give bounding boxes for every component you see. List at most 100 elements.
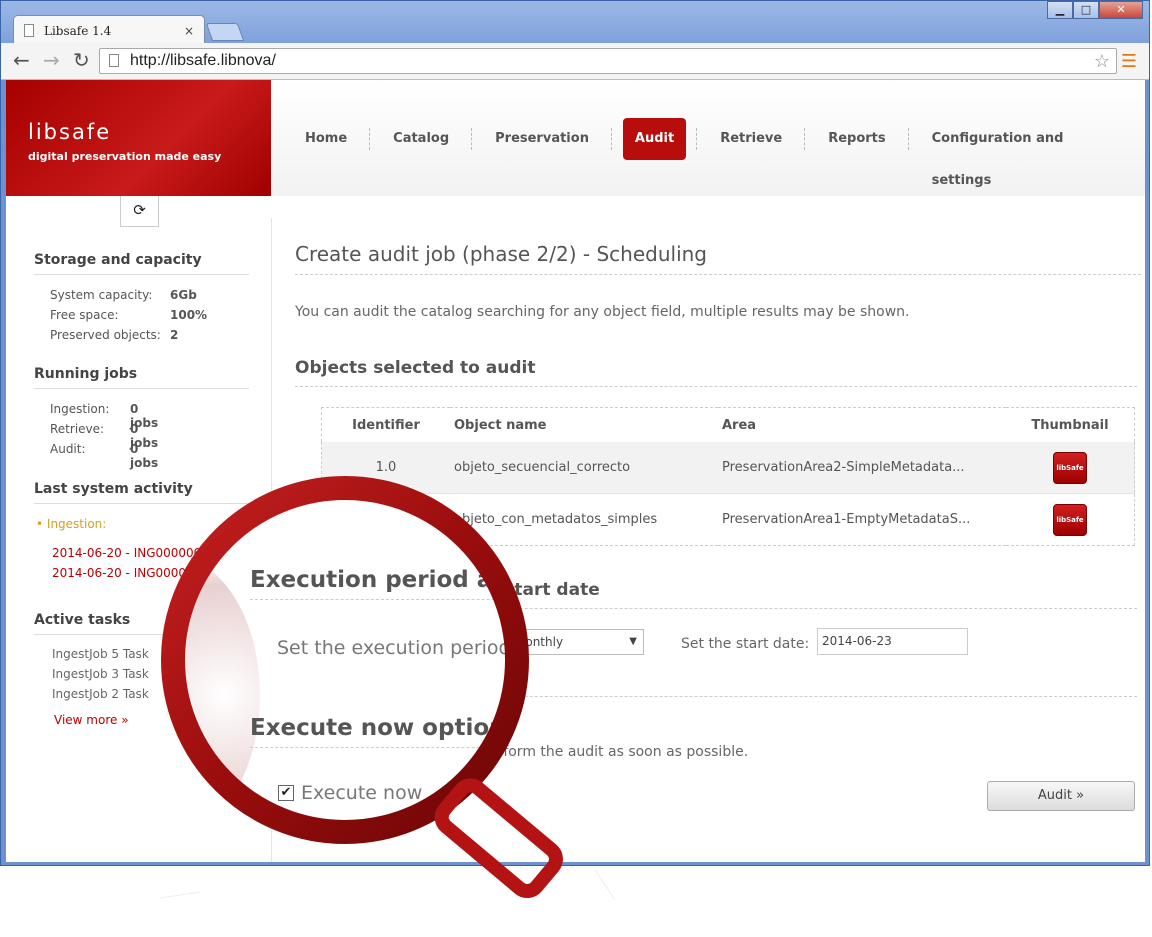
cell-identifier: 1.0 — [321, 442, 450, 494]
page-icon — [24, 24, 34, 37]
main-nav: Home Catalog Preservation Audit Retrieve… — [271, 118, 1145, 188]
intro-text: You can audit the catalog searching for … — [295, 304, 910, 320]
nav-home[interactable]: Home — [271, 118, 369, 160]
lens-period-label: Set the execution period: — [277, 637, 510, 659]
objects-section-title: Objects selected to audit — [295, 358, 1137, 387]
free-space-value: 100% — [170, 308, 208, 322]
nav-configuration[interactable]: Configuration and settings — [910, 118, 1145, 188]
col-thumbnail: Thumbnail — [1031, 417, 1109, 433]
reload-icon[interactable]: ↻ — [73, 49, 90, 71]
address-bar[interactable]: http://libsafe.libnova/ ☆ — [99, 48, 1117, 74]
header: Home Catalog Preservation Audit Retrieve… — [271, 80, 1145, 196]
execute-now-text: Perform the audit as soon as possible. — [481, 744, 749, 760]
close-window-button[interactable]: ✕ — [1099, 1, 1143, 19]
retrieve-label: Retrieve: — [50, 422, 105, 436]
maximize-button[interactable]: □ — [1073, 1, 1099, 19]
retrieve-jobs-row: Retrieve: 0 jobs — [50, 422, 158, 450]
brand-tagline: digital preservation made easy — [28, 150, 222, 163]
nav-separator — [610, 128, 613, 150]
nav-retrieve[interactable]: Retrieve — [698, 118, 804, 160]
table-header-row: Identifier Object name Area Thumbnail — [322, 408, 1135, 443]
task-item-3: IngestJob 2 Task — [52, 687, 149, 701]
cell-object-name: objeto_con_metadatos_simples — [450, 493, 718, 546]
nav-audit[interactable]: Audit — [622, 118, 687, 160]
preserved-value: 2 — [170, 328, 179, 342]
period-select[interactable]: Monthly ▼ — [506, 629, 644, 655]
col-area: Area — [722, 417, 757, 433]
cell-thumbnail: libSafe — [1006, 442, 1135, 494]
audit-button[interactable]: Audit » — [987, 781, 1135, 811]
free-space-row: Free space: 100% — [50, 308, 207, 322]
cell-area: PreservationArea1-EmptyMetadataS... — [718, 493, 1006, 546]
tab-close-icon[interactable]: × — [184, 16, 194, 46]
back-arrow-icon[interactable]: ← — [13, 49, 30, 71]
page-title: Create audit job (phase 2/2) - Schedulin… — [295, 242, 1141, 275]
storage-capacity-row: System capacity: 6Gb — [50, 288, 197, 302]
url-suffix: / — [271, 52, 276, 69]
forward-arrow-icon[interactable]: → — [43, 49, 60, 71]
dropdown-arrow-icon: ▼ — [629, 636, 637, 647]
start-date-input[interactable]: 2014-06-23 — [817, 628, 968, 655]
col-object-name: Object name — [454, 417, 547, 433]
lens-period-heading: Execution period and start date — [250, 567, 510, 593]
view-more-link[interactable]: View more » — [54, 713, 129, 727]
cell-thumbnail: libSafe — [1006, 493, 1135, 546]
shadow-line — [594, 869, 616, 901]
activity-title: Last system activity — [34, 481, 249, 504]
preserved-label: Preserved objects: — [50, 328, 161, 342]
col-identifier: Identifier — [352, 417, 420, 433]
shadow-line — [159, 891, 201, 899]
capacity-label: System capacity: — [50, 288, 153, 302]
audit-value: 0 jobs — [130, 442, 159, 470]
nav-catalog[interactable]: Catalog — [371, 118, 471, 160]
execute-now-checkbox[interactable]: ✔ — [278, 785, 294, 801]
brand-logo: libsafe — [28, 120, 112, 144]
thumbnail-image[interactable]: libSafe — [1053, 503, 1087, 536]
lens-reflection — [180, 555, 260, 825]
new-tab-button[interactable] — [205, 23, 245, 41]
minimize-button[interactable]: ▁ — [1047, 1, 1073, 19]
ingestion-jobs-row: Ingestion: 0 jobs — [50, 402, 158, 430]
activity-bullet-label: Ingestion: — [46, 517, 107, 531]
thumbnail-image[interactable]: libSafe — [1053, 451, 1087, 484]
brand-banner[interactable]: libsafe digital preservation made easy — [6, 80, 271, 196]
bookmark-star-icon[interactable]: ☆ — [1094, 49, 1110, 73]
jobs-title: Running jobs — [34, 366, 249, 389]
audit-label: Audit: — [50, 442, 86, 456]
audit-jobs-row: Audit: 0 jobs — [50, 442, 158, 470]
browser-window: Libsafe 1.4 × ▁ □ ✕ ← → ↻ http://libsafe… — [0, 0, 1150, 866]
lens-divider — [250, 599, 510, 600]
free-space-label: Free space: — [50, 308, 119, 322]
cell-area: PreservationArea2-SimpleMetadata... — [718, 442, 1006, 494]
period-select-value: Monthly — [515, 635, 564, 649]
browser-tab[interactable]: Libsafe 1.4 × — [13, 15, 205, 45]
storage-title: Storage and capacity — [34, 252, 249, 275]
title-bar: Libsafe 1.4 × ▁ □ ✕ — [1, 1, 1149, 45]
table-row[interactable]: 1.0 objeto_secuencial_correcto Preservat… — [321, 442, 1135, 494]
page-icon — [109, 54, 119, 67]
window-controls: ▁ □ ✕ — [1047, 1, 1143, 19]
preserved-row: Preserved objects: 2 — [50, 328, 178, 342]
lens-execute-label: Execute now — [301, 782, 423, 804]
objects-table: Identifier Object name Area Thumbnail 1.… — [321, 407, 1135, 546]
lens-divider — [250, 747, 510, 748]
start-date-label: Set the start date: — [681, 636, 810, 652]
nav-preservation[interactable]: Preservation — [473, 118, 611, 160]
cell-object-name: objeto_secuencial_correcto — [450, 442, 718, 494]
activity-link-1[interactable]: 2014-06-20 - ING000000 — [52, 546, 201, 560]
lens-execute-heading: Execute now options — [250, 715, 510, 741]
web-page: libsafe digital preservation made easy H… — [6, 80, 1145, 862]
url-host: libsafe.libnova — [170, 52, 272, 69]
menu-icon[interactable]: ☰ — [1121, 51, 1137, 72]
ingestion-label: Ingestion: — [50, 402, 110, 416]
activity-link-2[interactable]: 2014-06-20 - ING000000 — [52, 566, 201, 580]
task-item-1: IngestJob 5 Task — [52, 647, 149, 661]
nav-reports[interactable]: Reports — [806, 118, 907, 160]
url-prefix: http:// — [130, 52, 171, 69]
activity-bullet[interactable]: • Ingestion: — [36, 517, 106, 531]
tab-title: Libsafe 1.4 — [44, 24, 112, 38]
browser-toolbar: ← → ↻ http://libsafe.libnova/ ☆ ☰ — [1, 43, 1149, 80]
magnifier-lens: Execution period and start date Set the … — [180, 495, 510, 825]
capacity-value: 6Gb — [170, 288, 197, 302]
task-item-2: IngestJob 3 Task — [52, 667, 149, 681]
